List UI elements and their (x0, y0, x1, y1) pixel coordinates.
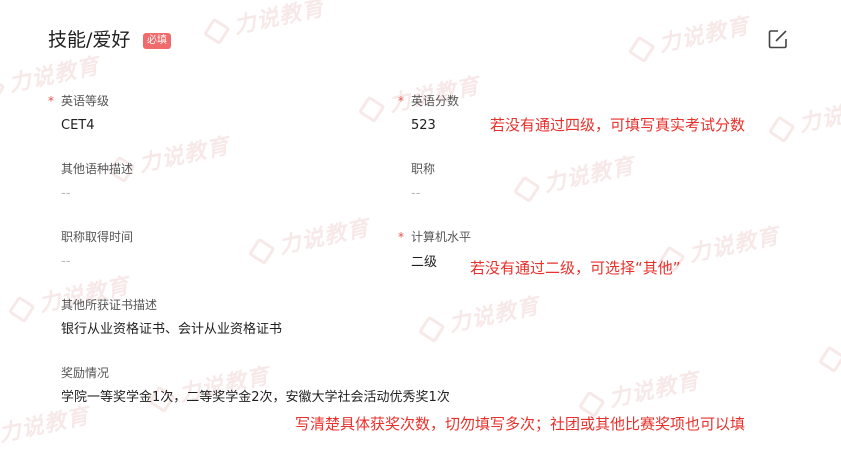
computer-level-label: 计算机水平 (411, 230, 472, 244)
title-date-label: 职称取得时间 (61, 230, 134, 244)
english-score-value: 523 (411, 118, 436, 133)
required-badge: 必填 (143, 33, 171, 49)
edit-icon[interactable] (766, 27, 790, 51)
skills-hobbies-panel: 力说教育 力说教育 力说教育 力说教育 力说教育 力说教育 力说教育 力说教育 … (0, 0, 841, 449)
awards-label: 奖励情况 (61, 366, 110, 380)
other-language-label: 其他语种描述 (61, 162, 134, 176)
english-level-value: CET4 (61, 118, 95, 133)
job-title-label: 职称 (411, 162, 436, 176)
section-title: 技能/爱好 (48, 29, 131, 51)
other-language-value: -- (61, 186, 71, 201)
english-score-label: 英语分数 (411, 94, 460, 108)
required-mark: * (398, 230, 404, 244)
computer-level-annotation: 若没有通过二级，可选择“其他” (470, 259, 681, 277)
title-date-value: -- (61, 254, 71, 269)
english-score-annotation: 若没有通过四级，可填写真实考试分数 (490, 116, 746, 134)
other-certs-value: 银行从业资格证书、会计从业资格证书 (61, 322, 283, 337)
computer-level-value: 二级 (411, 255, 438, 270)
other-certs-label: 其他所获证书描述 (61, 298, 158, 312)
job-title-value: -- (411, 186, 421, 201)
awards-annotation: 写清楚具体获奖次数，切勿填写多次；社团或其他比赛奖项也可以填 (295, 415, 746, 433)
english-level-label: 英语等级 (61, 94, 110, 108)
required-mark: * (48, 94, 54, 108)
awards-value: 学院一等奖学金1次，二等奖学金2次，安徽大学社会活动优秀奖1次 (61, 390, 450, 405)
required-mark: * (398, 94, 404, 108)
